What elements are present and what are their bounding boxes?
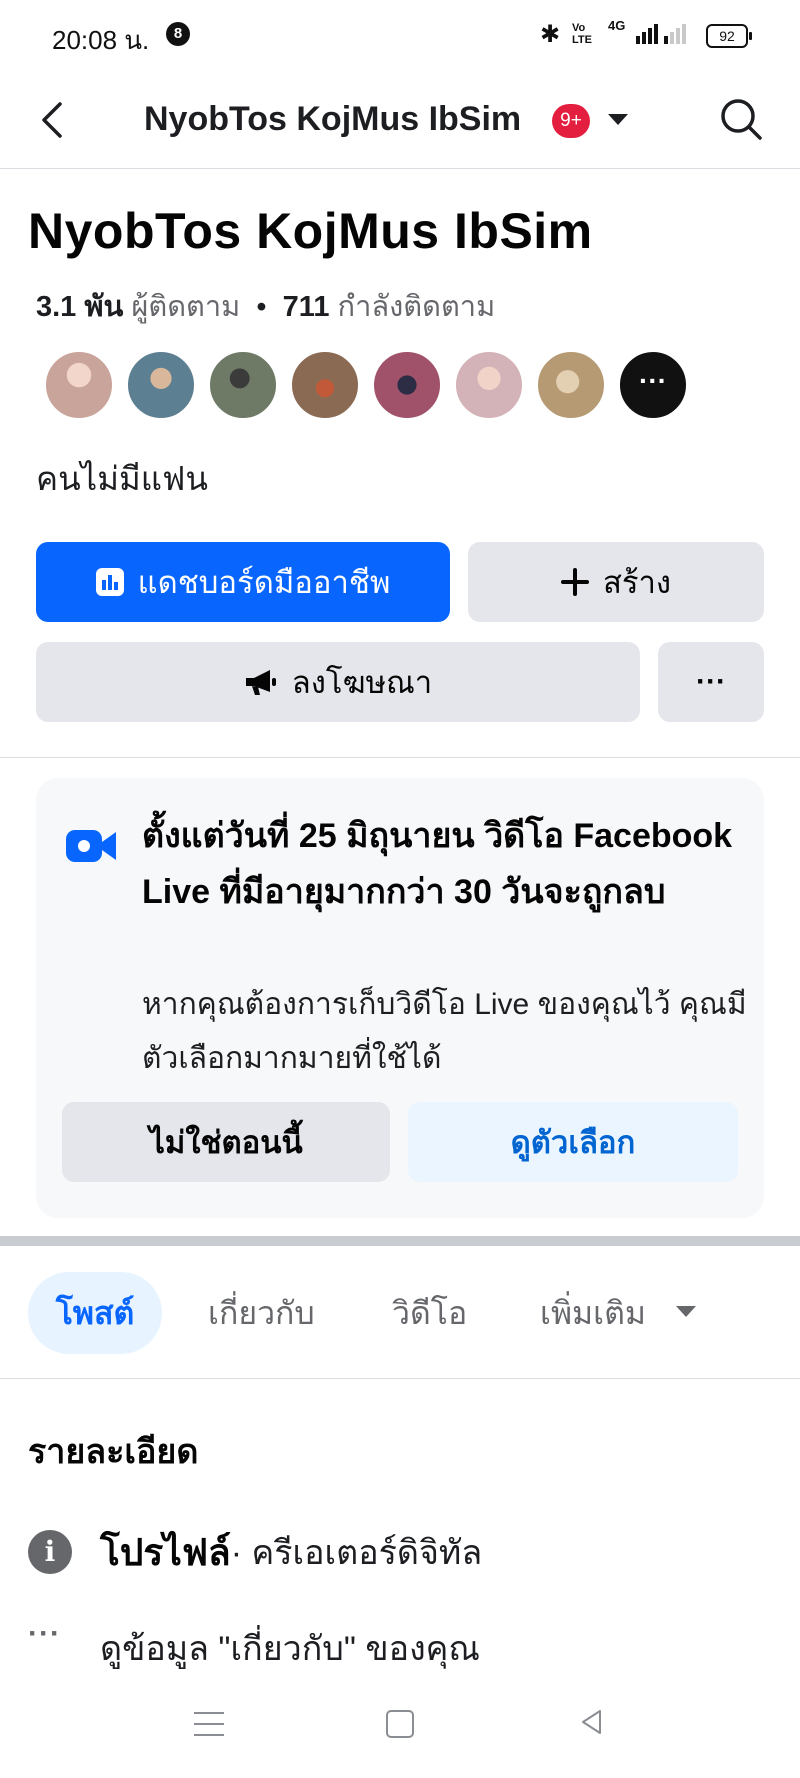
back-arrow-icon[interactable]: [36, 100, 76, 140]
status-bar: 20:08 น. 8 ✱ Vo LTE 4G 92: [0, 0, 800, 70]
advertise-label: ลงโฆษณา: [291, 665, 433, 700]
separator-dot: •: [248, 291, 283, 323]
follower-avatar[interactable]: [126, 350, 196, 420]
following-label[interactable]: กำลังติดตาม: [338, 291, 496, 323]
volte-top-label: Vo: [572, 22, 586, 34]
info-icon: i: [28, 1530, 72, 1574]
tab-more[interactable]: เพิ่มเติม: [540, 1272, 646, 1354]
caret-down-icon[interactable]: [608, 114, 628, 125]
see-about-row[interactable]: ··· ดูข้อมูล "เกี่ยวกับ" ของคุณ: [28, 1617, 480, 1675]
battery-icon: 92: [706, 24, 752, 48]
follower-avatar[interactable]: [372, 350, 442, 420]
tab-posts[interactable]: โพสต์: [28, 1272, 162, 1354]
live-video-notice-card: ตั้งแต่วันที่ 25 มิถุนายน วิดีโอ Faceboo…: [36, 778, 764, 1218]
create-label: สร้าง: [602, 565, 672, 600]
volte-bottom-label: LTE: [572, 34, 592, 46]
follower-avatar[interactable]: [44, 350, 114, 420]
signal-secondary-icon: [664, 22, 686, 44]
notification-badge: 9+: [552, 104, 590, 138]
top-app-bar: NyobTos KojMus IbSim 9+: [0, 70, 800, 169]
view-options-button[interactable]: ดูตัวเลือก: [408, 1102, 738, 1182]
volte-indicator: Vo LTE: [572, 22, 592, 46]
system-navigation-bar: [0, 1690, 800, 1778]
search-icon[interactable]: [718, 96, 764, 142]
home-icon[interactable]: [386, 1710, 414, 1738]
professional-dashboard-label: แดชบอร์ดมืออาชีพ: [137, 565, 391, 600]
megaphone-icon: [245, 670, 276, 695]
notice-title: ตั้งแต่วันที่ 25 มิถุนายน วิดีโอ Faceboo…: [142, 817, 733, 911]
not-now-button[interactable]: ไม่ใช่ตอนนี้: [62, 1102, 390, 1182]
recent-apps-icon[interactable]: [194, 1712, 224, 1745]
bluetooth-icon: ✱: [540, 21, 561, 48]
tab-videos[interactable]: วิดีโอ: [392, 1272, 467, 1354]
profile-name: NyobTos KojMus IbSim: [28, 203, 593, 259]
more-options-button[interactable]: ···: [658, 642, 764, 722]
profile-bio: คนไม่มีแฟน: [36, 460, 208, 497]
tab-more-caret-icon[interactable]: [676, 1306, 696, 1317]
divider: [0, 757, 800, 758]
following-count[interactable]: 711: [283, 291, 330, 323]
advertise-button[interactable]: ลงโฆษณา: [36, 642, 640, 722]
follower-avatars: ···: [44, 350, 688, 420]
section-separator: [0, 1236, 800, 1246]
signal-icon: [636, 22, 658, 44]
network-type-label: 4G: [608, 18, 626, 33]
tab-about[interactable]: เกี่ยวกับ: [208, 1272, 315, 1354]
plus-icon: [560, 568, 589, 596]
followers-label[interactable]: ผู้ติดตาม: [131, 291, 240, 323]
follow-stats: 3.1 พัน ผู้ติดตาม • 711 กำลังติดตาม: [36, 283, 495, 329]
more-followers-button[interactable]: ···: [618, 350, 688, 420]
create-button[interactable]: สร้าง: [468, 542, 764, 622]
profile-type: · ครีเอเตอร์ดิจิทัล: [230, 1534, 483, 1572]
notice-description: หากคุณต้องการเก็บวิดีโอ Live ของคุณไว้ ค…: [142, 988, 747, 1075]
header-title[interactable]: NyobTos KojMus IbSim: [144, 100, 521, 139]
video-camera-icon: [66, 830, 116, 862]
notification-count-badge: 8: [166, 22, 190, 46]
followers-count[interactable]: 3.1 พัน: [36, 291, 123, 323]
details-heading: รายละเอียด: [28, 1433, 199, 1471]
follower-avatar[interactable]: [536, 350, 606, 420]
see-about-link[interactable]: ดูข้อมูล "เกี่ยวกับ" ของคุณ: [100, 1621, 480, 1675]
follower-avatar[interactable]: [290, 350, 360, 420]
professional-dashboard-button[interactable]: แดชบอร์ดมืออาชีพ: [36, 542, 450, 622]
system-back-icon[interactable]: [578, 1708, 606, 1736]
follower-avatar[interactable]: [208, 350, 278, 420]
status-time: 20:08 น.: [52, 25, 150, 55]
follower-avatar[interactable]: [454, 350, 524, 420]
profile-type-row: i โปรไฟล์ · ครีเอเตอร์ดิจิทัล: [28, 1528, 482, 1576]
more-dots-icon: ···: [28, 1617, 61, 1650]
profile-label: โปรไฟล์: [100, 1531, 231, 1573]
dashboard-chart-icon: [95, 568, 124, 596]
